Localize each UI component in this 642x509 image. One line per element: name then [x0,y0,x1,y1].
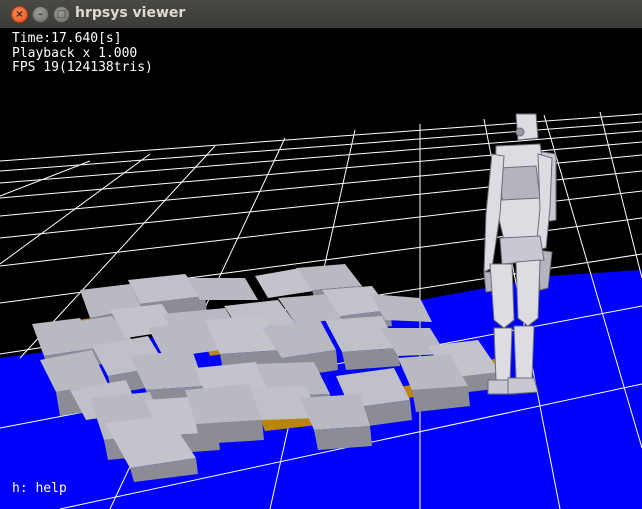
fps-readout: FPS 19(124138tris) [12,60,153,75]
playback-readout: Playback x 1.000 [12,46,138,61]
help-hint: h: help [12,481,67,496]
minimize-window-button[interactable]: – [32,6,49,23]
window-titlebar[interactable]: × – □ hrpsys viewer [0,0,642,29]
time-readout: Time:17.640[s] [12,31,122,46]
maximize-window-button[interactable]: □ [53,6,70,23]
close-icon: × [15,9,24,20]
window-title: hrpsys viewer [75,5,186,21]
minimize-icon: – [38,9,43,20]
close-window-button[interactable]: × [11,6,28,23]
3d-viewport[interactable]: Time:17.640[s] Playback x 1.000 FPS 19(1… [0,28,642,509]
maximize-icon: □ [56,9,67,20]
scene-canvas [0,111,642,509]
